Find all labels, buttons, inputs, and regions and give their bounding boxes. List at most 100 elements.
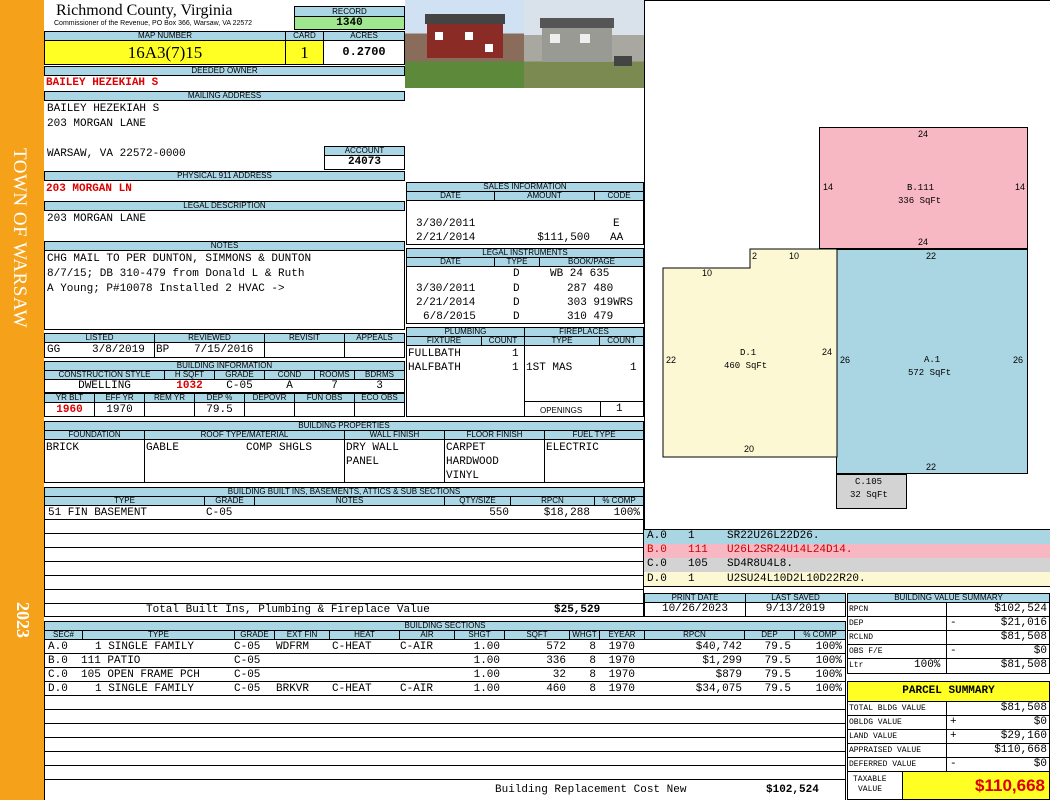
replacement-cost-value: $102,524 xyxy=(766,784,819,796)
listed-date: 3/8/2019 xyxy=(92,344,145,356)
sec-whgt: 8 xyxy=(589,669,596,681)
cond-value: A xyxy=(286,380,293,392)
sec-whgt: 8 xyxy=(589,683,596,695)
legend-c-code: C.0 xyxy=(647,558,667,570)
sec-sqft: 32 xyxy=(552,669,566,681)
wall-finish-2: PANEL xyxy=(346,456,380,468)
d-label: D.1 xyxy=(740,348,757,358)
sec-type: 1 SINGLE FAMILY xyxy=(95,683,195,695)
sales-row-2-amount: $111,500 xyxy=(537,232,590,244)
sec-dep: 79.5 xyxy=(764,655,791,667)
floor-finish-1: CARPET xyxy=(446,442,486,454)
obs-value: $0 xyxy=(1033,645,1047,657)
reviewed-by: BP xyxy=(156,344,170,356)
listed-by: GG xyxy=(47,344,61,356)
sec-eyear: 1970 xyxy=(608,683,635,695)
sec-shgt: 1.00 xyxy=(473,669,500,681)
land-label: LAND VALUE xyxy=(849,732,898,741)
sec-code: C.0 xyxy=(48,669,68,681)
sidebar: TOWN OF WARSAW 2023 xyxy=(0,0,44,800)
fuel-type-value: ELECTRIC xyxy=(546,442,599,454)
plumbing-row-2: HALFBATH xyxy=(408,362,461,374)
total-bldg-label: TOTAL BLDG VALUE xyxy=(849,704,926,713)
sales-row-2-date: 2/21/2014 xyxy=(416,232,476,244)
plumbing-row-2-count: 1 xyxy=(512,362,519,374)
last-saved: 9/13/2019 xyxy=(765,603,826,615)
rpcn-value: $102,524 xyxy=(994,603,1047,615)
li-row-1-type: D xyxy=(513,268,520,280)
sec-eyear: 1970 xyxy=(608,669,635,681)
sec-rpcn: $34,075 xyxy=(695,683,742,695)
d-10b-dim: 10 xyxy=(789,251,800,261)
sec-type: 1 SINGLE FAMILY xyxy=(95,641,195,653)
dep-value: $21,016 xyxy=(1000,617,1047,629)
obldg-label: OBLDG VALUE xyxy=(849,718,902,727)
c-area: 32 SqFt xyxy=(850,490,888,500)
sec-rpcn: $1,299 xyxy=(702,655,742,667)
mailing-line-2: 203 MORGAN LANE xyxy=(47,118,147,130)
sec-code: D.0 xyxy=(48,683,68,695)
house-photo-2 xyxy=(524,0,644,88)
rclnd-value: $81,508 xyxy=(1000,631,1047,643)
sec-grade: C-05 xyxy=(234,641,261,653)
print-date: 10/26/2023 xyxy=(661,603,728,615)
deeded-owner-header: DEEDED OWNER xyxy=(44,66,405,76)
legend-d-num: 1 xyxy=(688,573,695,585)
sketch-legend-a xyxy=(644,529,1050,544)
obs-label: OBS F/E xyxy=(849,647,883,656)
notes-line-3: A Young; P#10078 Installed 2 HVAC -> xyxy=(47,283,285,295)
sec-extfin: WDFRM xyxy=(276,641,310,653)
mailing-line-1: BAILEY HEZEKIAH S xyxy=(47,103,160,115)
b-area: 336 SqFt xyxy=(898,196,942,206)
b-left-dim: 14 xyxy=(823,182,834,192)
sec-rpcn: $40,742 xyxy=(695,641,742,653)
roof-type-value: GABLE xyxy=(146,442,180,454)
sales-row-2-code: AA xyxy=(610,232,624,244)
rpcn-label: RPCN xyxy=(849,605,869,614)
sec-dep: 79.5 xyxy=(764,669,791,681)
taxable-value: $110,668 xyxy=(902,771,1050,800)
legend-d-vec: U2SU24L10D2L10D22R20. xyxy=(727,573,866,585)
sec-code: A.0 xyxy=(48,641,68,653)
sec-heat: C-HEAT xyxy=(332,683,372,695)
foundation-value: BRICK xyxy=(46,442,80,454)
legend-b-code: B.0 xyxy=(647,544,667,556)
fireplace-row-1: 1ST MAS xyxy=(526,362,573,374)
sec-shgt: 1.00 xyxy=(473,683,500,695)
a-22top-dim: 22 xyxy=(926,251,937,261)
construction-style: DWELLING xyxy=(78,380,131,392)
builtins-total-label: Total Built Ins, Plumbing & Fireplace Va… xyxy=(146,604,430,616)
a-22b-dim: 22 xyxy=(926,462,937,472)
a-label: A.1 xyxy=(924,355,941,365)
roof-material-value: COMP SHGLS xyxy=(246,442,313,454)
wall-finish-1: DRY WALL xyxy=(346,442,399,454)
mailing-address-header: MAILING ADDRESS xyxy=(44,91,405,101)
legal-description-header: LEGAL DESCRIPTION xyxy=(44,201,405,211)
sec-comp: 100% xyxy=(815,683,842,695)
office-address: Commissioner of the Revenue, PO Box 366,… xyxy=(54,20,253,27)
b-bottom-dim: 24 xyxy=(918,237,929,247)
b-label: B.111 xyxy=(907,183,935,193)
grade-value: C-05 xyxy=(226,380,253,392)
d-area: 460 SqFt xyxy=(724,361,768,371)
d-20-dim: 20 xyxy=(744,444,755,454)
sales-row-1-code: E xyxy=(613,218,620,230)
d-24-dim: 24 xyxy=(822,347,833,357)
li-row-4-type: D xyxy=(513,311,520,323)
legal-description: 203 MORGAN LANE xyxy=(47,213,147,225)
sec-air: C-AIR xyxy=(400,641,434,653)
total-bldg-value: $81,508 xyxy=(1000,702,1047,714)
sec-whgt: 8 xyxy=(589,655,596,667)
sec-comp: 100% xyxy=(815,641,842,653)
ltr-label: Ltr xyxy=(849,661,864,670)
record-value: 1340 xyxy=(294,16,405,30)
acres-value: 0.2700 xyxy=(323,40,405,65)
li-row-4-book: 310 479 xyxy=(567,311,614,323)
account-number: 24073 xyxy=(324,155,405,170)
li-row-3-book: 303 919WRS xyxy=(567,297,634,309)
d-10-dim: 10 xyxy=(702,268,713,278)
heated-sqft: 1032 xyxy=(176,380,203,392)
appraised-label: APPRAISED VALUE xyxy=(849,746,922,755)
sec-rpcn: $879 xyxy=(715,669,742,681)
obldg-value: $0 xyxy=(1033,716,1047,728)
